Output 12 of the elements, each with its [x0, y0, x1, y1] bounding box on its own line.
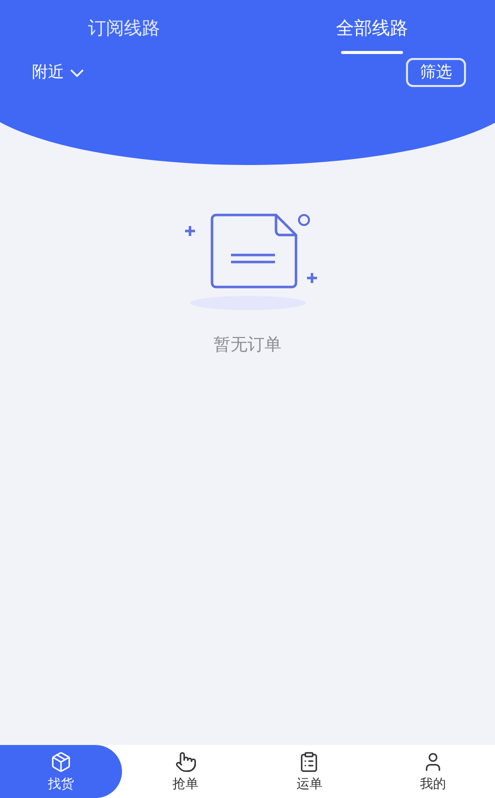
chevron-down-icon: [70, 68, 84, 76]
tab[interactable]: 全部线路: [248, 0, 495, 58]
nav-tab[interactable]: 抢单: [124, 745, 248, 798]
tab[interactable]: 订阅线路: [0, 0, 248, 58]
filter-button[interactable]: 筛选: [406, 58, 466, 87]
nav-tab[interactable]: 运单: [248, 745, 372, 798]
box-icon: [50, 750, 72, 772]
nav-tab[interactable]: 找货: [0, 745, 122, 798]
nav-tab[interactable]: 我的: [371, 745, 495, 798]
location-dropdown[interactable]: 附近: [32, 62, 84, 83]
hand-pointer-icon: [174, 750, 197, 772]
empty-message: 暂无订单: [214, 334, 282, 356]
